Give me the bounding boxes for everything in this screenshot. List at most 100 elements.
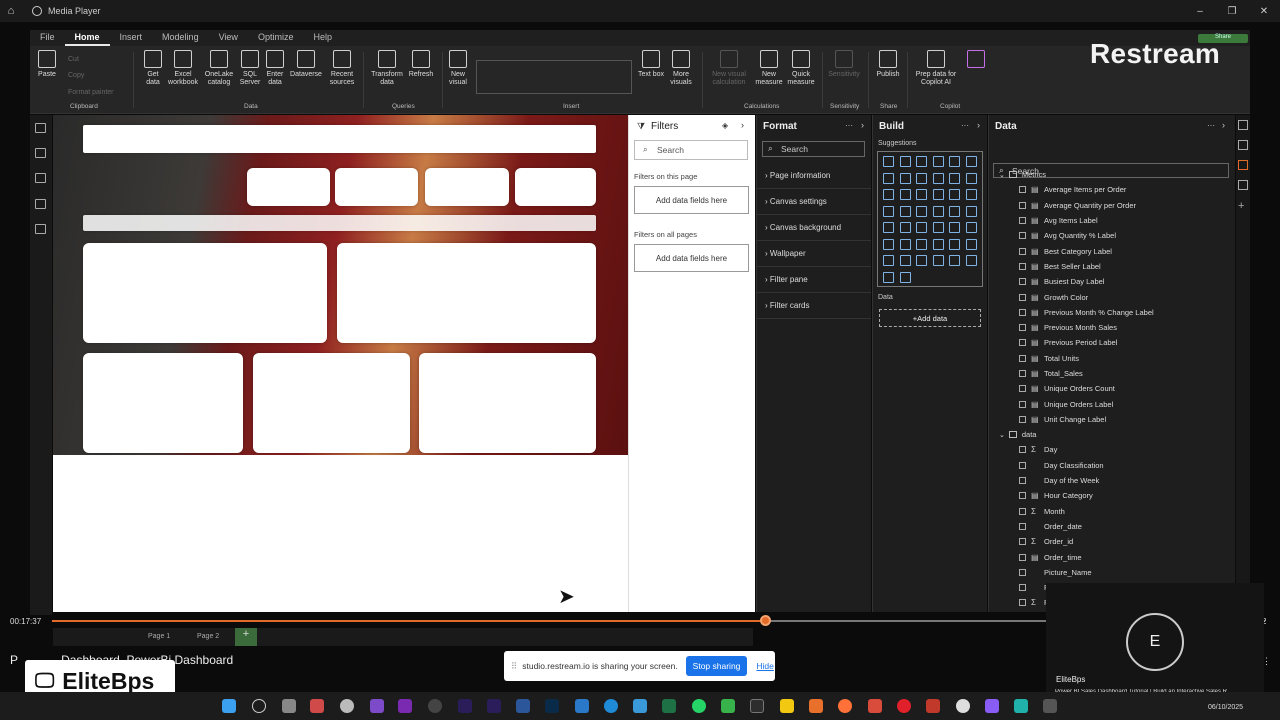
visual-type-icon[interactable] (916, 189, 927, 200)
section-filter-pane[interactable]: › Filter pane (757, 267, 871, 293)
collapse-data-icon[interactable]: › (1222, 120, 1225, 130)
menu-help[interactable]: Help (303, 30, 342, 46)
field-checkbox[interactable] (1019, 370, 1026, 377)
field-item[interactable]: ▤ Unit Change Label (989, 412, 1229, 427)
format-pane-icon[interactable] (1238, 160, 1248, 170)
publish-button[interactable]: Publish (874, 50, 902, 79)
visual-type-icon[interactable] (949, 238, 960, 250)
field-checkbox[interactable] (1019, 385, 1026, 393)
field-item[interactable]: Σ Month (989, 504, 1229, 519)
visual-type-icon[interactable] (949, 205, 960, 217)
field-item[interactable]: ▤ Avg Quantity % Label (989, 228, 1229, 243)
slicer-strip[interactable] (83, 215, 596, 231)
more-options-icon[interactable]: ··· (845, 121, 853, 130)
snipping-tool-icon[interactable] (310, 699, 324, 713)
field-item[interactable]: ▤ Previous Month % Change Label (989, 305, 1229, 320)
field-checkbox[interactable] (1019, 400, 1026, 408)
edge-icon[interactable] (604, 699, 618, 713)
add-page-button[interactable]: + (235, 628, 257, 646)
enter-data-button[interactable]: Enter data (264, 50, 286, 87)
visual-type-icon[interactable] (883, 238, 894, 250)
visual-type-icon[interactable] (883, 172, 894, 184)
visual-type-icon[interactable] (899, 238, 911, 250)
whatsapp-icon[interactable] (692, 699, 706, 713)
excel-icon[interactable] (662, 699, 676, 713)
menu-file[interactable]: File (30, 30, 65, 46)
table-view-icon[interactable] (35, 148, 46, 158)
more-options-icon[interactable]: ⋮ (1262, 656, 1271, 667)
field-checkbox[interactable] (1019, 186, 1026, 194)
field-item[interactable]: ▤ Hour Category (989, 488, 1229, 503)
model-view-icon[interactable] (35, 173, 46, 183)
start-icon[interactable] (222, 699, 236, 713)
field-checkbox[interactable] (1019, 461, 1026, 469)
filters-pane-icon[interactable] (1238, 120, 1248, 130)
collapse-build-icon[interactable]: › (977, 120, 980, 130)
field-item[interactable]: Picture_Name (989, 565, 1229, 580)
word-icon[interactable] (516, 699, 530, 713)
refresh-button[interactable]: Refresh (406, 50, 436, 79)
visual-type-icon[interactable] (883, 205, 894, 217)
app-icon-green[interactable] (721, 699, 735, 713)
visual-type-icon[interactable] (949, 222, 960, 233)
onelake-catalog-button[interactable]: OneLake catalog (202, 50, 236, 87)
field-item[interactable]: ▤ Total_Sales (989, 366, 1229, 381)
new-measure-button[interactable]: New measure (754, 50, 784, 87)
home-icon[interactable]: ⌂ (0, 5, 22, 17)
add-fields-this-page[interactable]: Add data fields here (634, 186, 749, 214)
visual-type-icon[interactable] (899, 255, 911, 266)
firefox-icon[interactable] (838, 699, 852, 713)
visual-type-icon[interactable] (932, 205, 944, 217)
table-data[interactable]: ⌄ data (989, 427, 1229, 442)
visual-gallery[interactable] (476, 60, 632, 94)
visual-type-icon[interactable] (916, 156, 927, 167)
field-item[interactable]: ▤ Growth Color (989, 289, 1229, 304)
recent-sources-button[interactable]: Recent sources (326, 50, 358, 87)
field-item[interactable]: ▤ Previous Period Label (989, 335, 1229, 350)
tab-page-2[interactable]: Page 2 (197, 633, 219, 640)
voice-icon[interactable] (340, 699, 354, 713)
minimize-button[interactable]: – (1184, 6, 1216, 17)
field-checkbox[interactable] (1019, 507, 1026, 515)
menu-modeling[interactable]: Modeling (152, 30, 209, 46)
stop-sharing-button[interactable]: Stop sharing (685, 656, 748, 676)
vscode-icon[interactable] (575, 699, 589, 713)
new-visual-calculation-button[interactable]: New visual calculation (706, 50, 752, 87)
field-item[interactable]: ▤ Unique Orders Label (989, 396, 1229, 411)
field-checkbox[interactable] (1019, 201, 1026, 209)
drag-handle-icon[interactable]: ⠿ (511, 661, 517, 672)
dax-query-view-icon[interactable] (35, 199, 46, 209)
app-icon-grey[interactable] (1043, 699, 1057, 713)
visual-type-icon[interactable] (932, 189, 944, 200)
visual-type-icon[interactable] (899, 172, 911, 184)
visual-type-icon[interactable] (899, 222, 911, 233)
tab-page-1[interactable]: Page 1 (148, 633, 170, 640)
app-icon-red[interactable] (868, 699, 882, 713)
field-checkbox[interactable] (1019, 568, 1026, 576)
chrome-icon[interactable] (956, 699, 970, 713)
kpi-card-2[interactable] (335, 168, 418, 206)
field-checkbox[interactable] (1019, 293, 1026, 301)
field-checkbox[interactable] (1019, 232, 1026, 240)
quick-measure-button[interactable]: Quick measure (786, 50, 816, 87)
pdf-icon[interactable] (926, 699, 940, 713)
field-item[interactable]: ▤ Average Items per Order (989, 182, 1229, 197)
add-fields-all-pages[interactable]: Add data fields here (634, 244, 749, 272)
field-checkbox[interactable] (1019, 538, 1026, 546)
add-data-button[interactable]: +Add data (879, 309, 981, 327)
visual-type-icon[interactable] (916, 172, 927, 184)
app-icon-orange[interactable] (809, 699, 823, 713)
chart-card-5[interactable] (419, 353, 596, 453)
kpi-card-4[interactable] (515, 168, 596, 206)
collapse-filters-icon[interactable]: › (741, 120, 744, 130)
premiere-icon[interactable] (487, 699, 501, 713)
tmdl-view-icon[interactable] (35, 224, 46, 234)
field-checkbox[interactable] (1019, 339, 1026, 347)
more-options-icon[interactable]: ··· (1207, 121, 1215, 130)
visual-type-icon[interactable] (916, 222, 927, 233)
report-canvas[interactable] (53, 115, 628, 612)
header-card[interactable] (83, 125, 596, 153)
section-filter-cards[interactable]: › Filter cards (757, 293, 871, 319)
field-item[interactable]: Day Classification (989, 458, 1229, 473)
copilot-taskbar-icon[interactable] (985, 699, 999, 713)
